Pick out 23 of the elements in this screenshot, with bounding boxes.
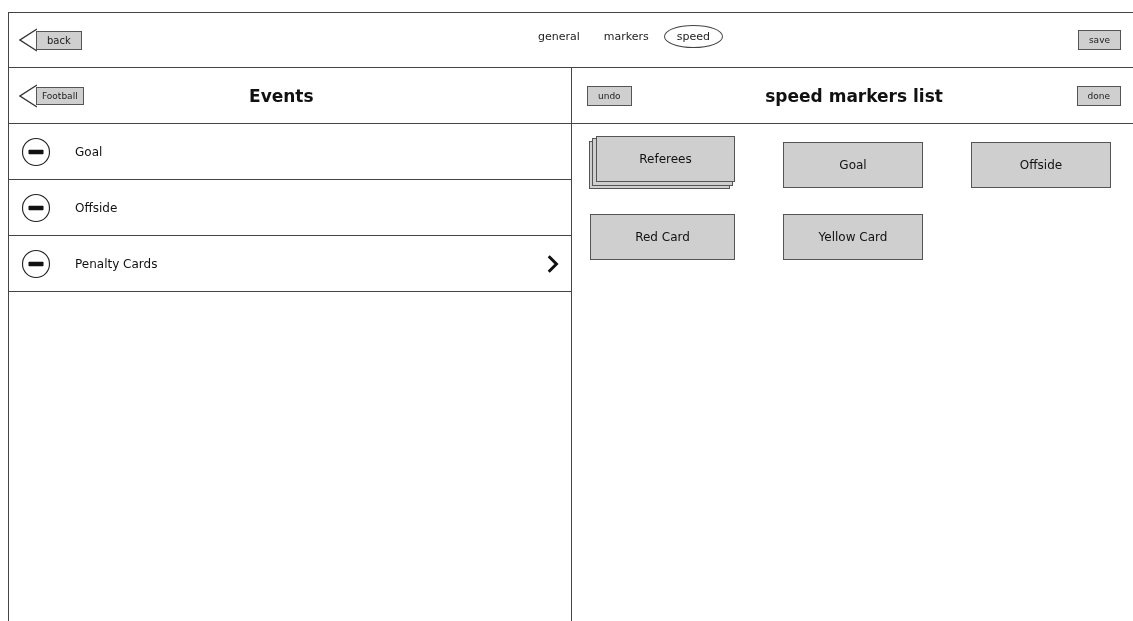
remove-icon[interactable]	[21, 136, 51, 167]
left-arrow-icon[interactable]	[19, 83, 37, 108]
chevron-icon	[547, 253, 559, 274]
list-row[interactable]: Goal	[9, 124, 571, 180]
save-button[interactable]: save	[1077, 30, 1121, 50]
left-arrow-icon[interactable]	[19, 28, 37, 52]
row-label: Offside	[75, 200, 119, 215]
marker-button[interactable]: Red Card	[590, 214, 735, 260]
done-button[interactable]: done	[1076, 85, 1121, 106]
row-label: Penalty Cards	[75, 256, 159, 271]
marker-button[interactable]: Offside	[971, 142, 1111, 188]
marker-button[interactable]: Goal	[783, 142, 923, 188]
tab[interactable]: general	[529, 26, 589, 47]
panel-title: speed markers list	[764, 85, 944, 106]
remove-icon[interactable]	[21, 248, 51, 279]
tab[interactable]: markers	[594, 26, 658, 47]
marker-button[interactable]: Yellow Card	[783, 214, 923, 260]
list-row[interactable]: Offside	[9, 180, 571, 236]
row-label: Goal	[75, 144, 104, 159]
undo-button[interactable]: undo	[587, 85, 632, 106]
remove-icon[interactable]	[21, 192, 51, 223]
panel-title: Events	[248, 85, 315, 106]
list-row[interactable]: Penalty Cards	[9, 236, 571, 292]
